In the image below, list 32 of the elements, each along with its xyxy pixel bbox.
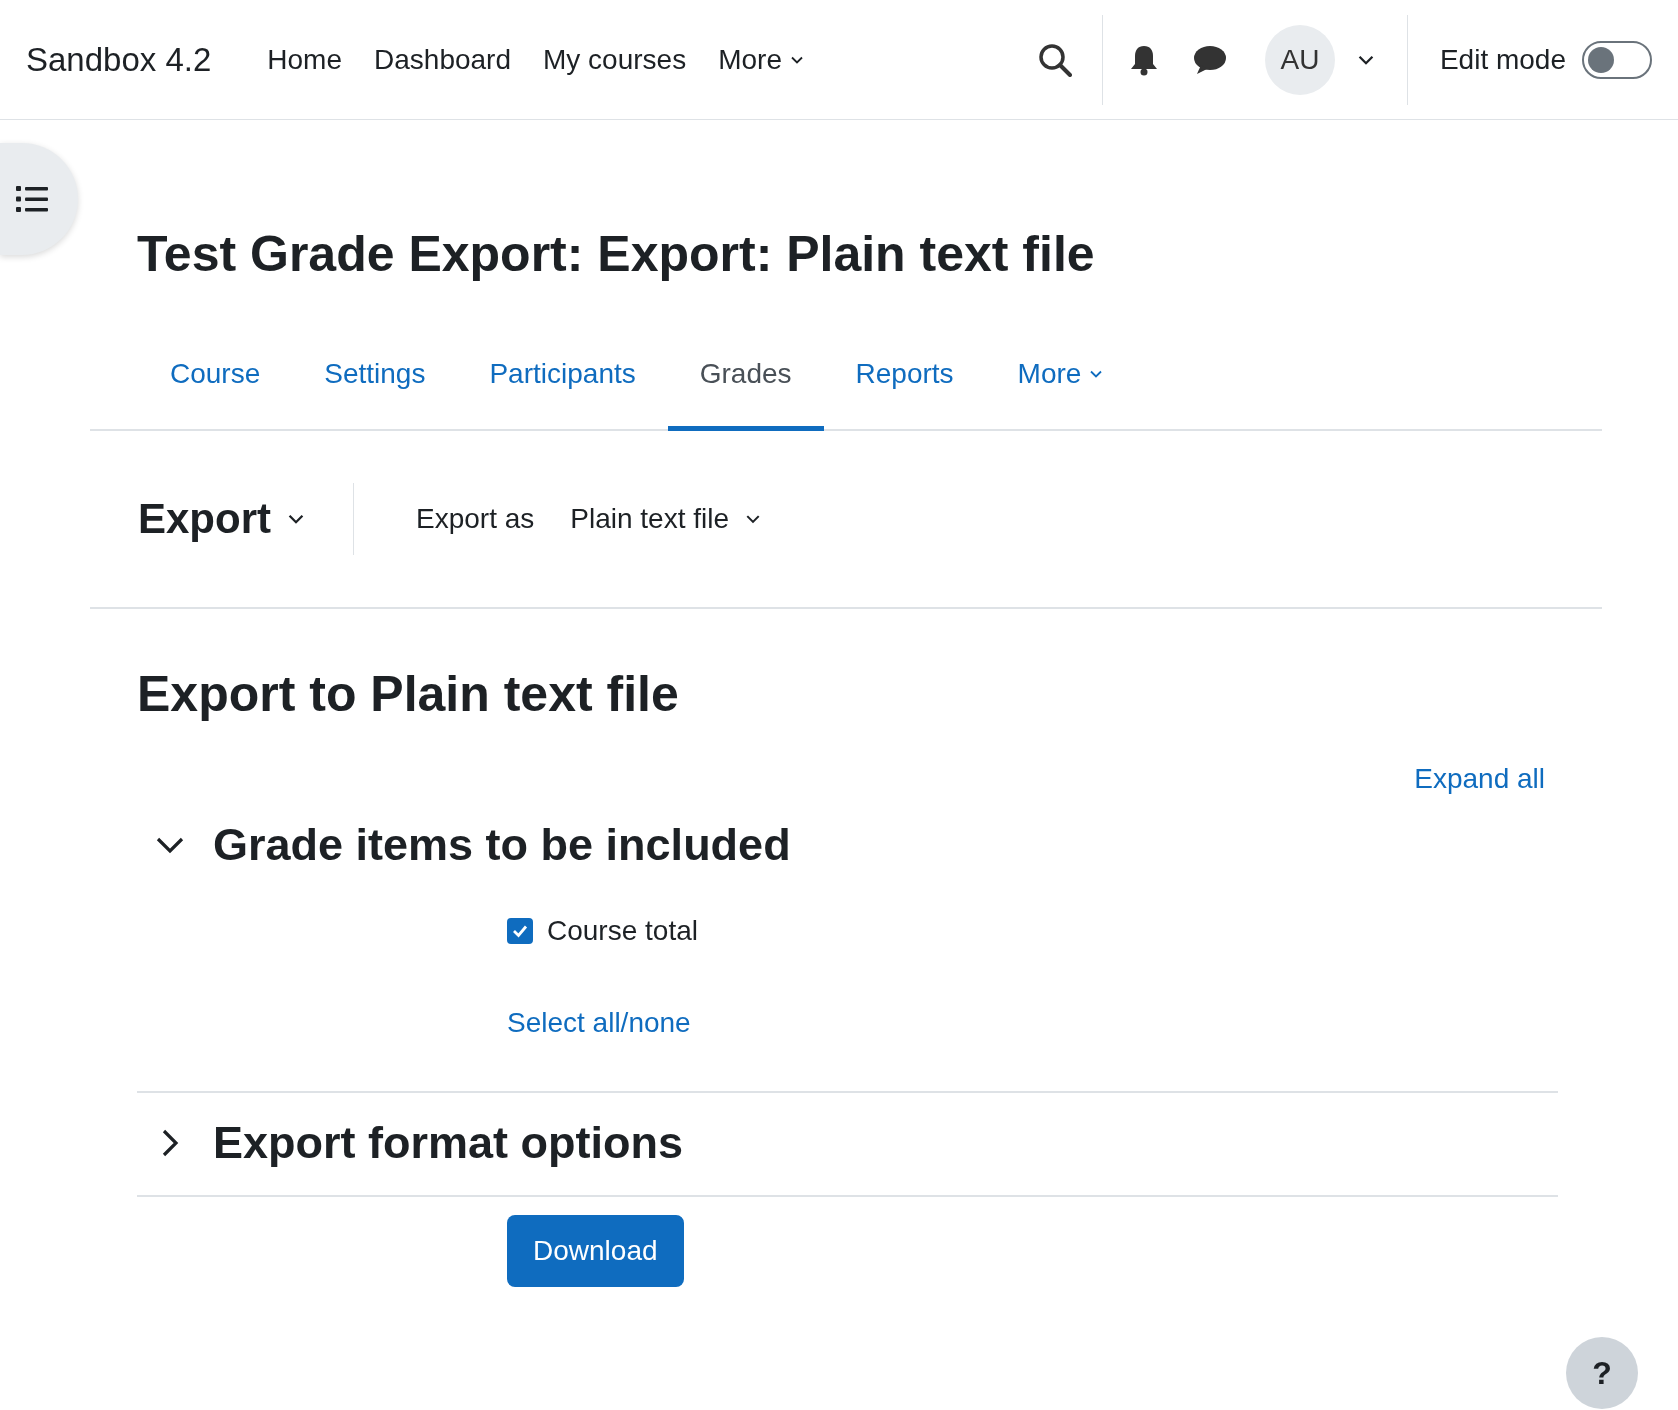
expand-all-link[interactable]: Expand all bbox=[1414, 763, 1545, 794]
section-heading: Export to Plain text file bbox=[136, 665, 680, 723]
course-tab[interactable]: Settings bbox=[292, 328, 458, 431]
section-title[interactable]: Grade items to be included bbox=[213, 819, 791, 871]
course-tab[interactable]: Course bbox=[138, 328, 293, 431]
checkbox[interactable] bbox=[507, 918, 533, 944]
page-title: Test Grade Export: Export: Plain text file bbox=[136, 225, 1096, 284]
checkbox-label: Course total bbox=[547, 915, 698, 947]
export-format-select[interactable]: Plain text file bbox=[570, 503, 762, 535]
user-avatar[interactable]: AU bbox=[1264, 24, 1335, 95]
search-icon[interactable] bbox=[1037, 42, 1072, 77]
download-button[interactable]: Download bbox=[507, 1215, 684, 1287]
chat-bubble-icon[interactable] bbox=[1192, 44, 1227, 75]
course-tab[interactable]: Participants bbox=[457, 328, 668, 431]
list-icon bbox=[16, 186, 48, 212]
course-tab[interactable]: Reports bbox=[823, 328, 986, 431]
bell-icon[interactable] bbox=[1128, 43, 1159, 76]
edit-mode-toggle[interactable] bbox=[1582, 40, 1652, 79]
help-button[interactable]: ? bbox=[1566, 1337, 1638, 1409]
nav-link[interactable]: My courses bbox=[543, 43, 687, 76]
export-as-label: Export as bbox=[416, 503, 535, 535]
drawer-toggle[interactable] bbox=[0, 143, 78, 255]
course-tab[interactable]: Grades bbox=[667, 328, 824, 431]
site-name[interactable]: Sandbox 4.2 bbox=[26, 40, 212, 79]
section-title[interactable]: Export format options bbox=[213, 1117, 683, 1169]
edit-mode-label: Edit mode bbox=[1439, 43, 1566, 76]
select-all-link[interactable]: Select all/none bbox=[507, 1007, 691, 1039]
nav-link[interactable]: More bbox=[718, 43, 804, 76]
course-tab[interactable]: More bbox=[985, 328, 1136, 431]
export-menu[interactable]: Export bbox=[138, 495, 353, 543]
nav-link[interactable]: Dashboard bbox=[374, 43, 511, 76]
nav-link[interactable]: Home bbox=[267, 43, 343, 76]
